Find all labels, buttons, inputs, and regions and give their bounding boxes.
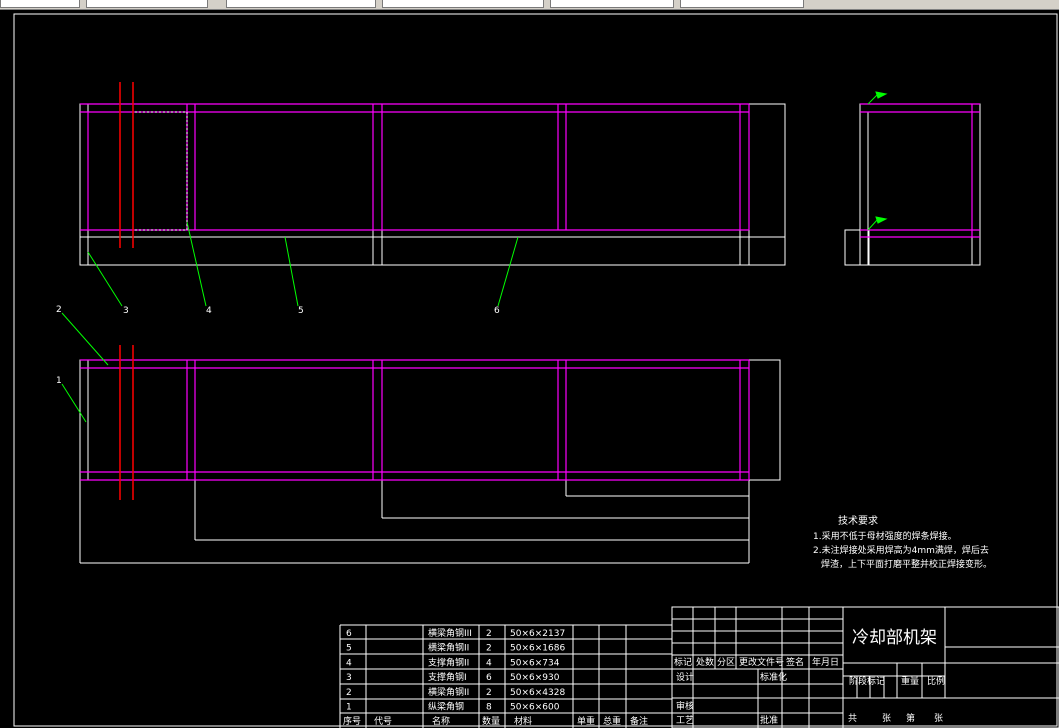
drawing-border bbox=[13, 13, 1058, 727]
stage-mark: 阶段标记 bbox=[849, 675, 885, 687]
balloon-3: 3 bbox=[123, 306, 129, 316]
bom-cell-no: 5 bbox=[346, 644, 352, 654]
bom-cell-name: 支撑角钢I bbox=[428, 671, 467, 683]
sheets-unit: 张 bbox=[882, 713, 891, 724]
bom-row: 4 支撑角钢II 4 50×6×734 bbox=[346, 656, 560, 668]
bom-cell-no: 2 bbox=[346, 688, 352, 698]
bill-of-materials: 6 横梁角钢III 2 50×6×2137 5 横梁角钢II 2 50×6×1686 4 支撑角钢… bbox=[339, 624, 672, 728]
linetype-dropdown[interactable] bbox=[382, 0, 544, 8]
row-approve: 批准 bbox=[760, 714, 778, 726]
row-process: 工艺 bbox=[676, 715, 694, 726]
plan-view bbox=[79, 345, 781, 564]
tech-req-line-3: 焊渣，上下平面打磨平整并校正焊接变形。 bbox=[821, 558, 992, 570]
bom-cell-name: 支撑角钢II bbox=[428, 656, 469, 668]
bom-header-unit-weight: 单重 bbox=[577, 715, 595, 727]
bom-cell-qty: 6 bbox=[486, 673, 492, 683]
bom-row: 6 横梁角钢III 2 50×6×2137 bbox=[346, 627, 565, 639]
tech-req-line-1: 1.采用不低于母材强度的焊条焊接。 bbox=[813, 530, 957, 542]
bom-cell-no: 1 bbox=[346, 703, 352, 713]
leaders bbox=[61, 221, 519, 423]
rev-header-count: 处数 bbox=[696, 656, 714, 668]
bom-cell-name: 横梁角钢III bbox=[428, 627, 472, 639]
color-dropdown[interactable] bbox=[226, 0, 376, 8]
weight-label: 重量 bbox=[901, 675, 919, 687]
bom-cell-name: 横梁角钢II bbox=[428, 642, 469, 654]
bom-row: 5 横梁角钢II 2 50×6×1686 bbox=[346, 642, 565, 654]
balloon-4: 4 bbox=[206, 306, 212, 316]
bom-cell-material: 50×6×734 bbox=[510, 658, 560, 668]
bom-header-code: 代号 bbox=[374, 716, 392, 727]
bom-row: 1 纵梁角钢 8 50×6×600 bbox=[346, 701, 560, 713]
scale-label: 比例 bbox=[927, 675, 945, 687]
bom-cell-material: 50×6×2137 bbox=[510, 629, 565, 639]
bom-cell-qty: 8 bbox=[486, 703, 492, 713]
bom-row: 3 支撑角钢I 6 50×6×930 bbox=[346, 671, 560, 683]
bom-header-remarks: 备注 bbox=[630, 715, 648, 727]
bom-header-qty: 数量 bbox=[482, 715, 500, 727]
rev-header-mark: 标记 bbox=[674, 656, 692, 668]
front-view bbox=[79, 82, 786, 266]
sheet-no-label: 第 bbox=[906, 712, 915, 724]
balloon-1: 1 bbox=[56, 376, 62, 386]
row-design: 设计 bbox=[676, 671, 694, 683]
bom-header-name: 名称 bbox=[432, 715, 450, 727]
balloon-6: 6 bbox=[494, 306, 500, 316]
bom-cell-material: 50×6×600 bbox=[510, 703, 560, 713]
bom-header-no: 序号 bbox=[343, 715, 361, 727]
sheet-unit: 张 bbox=[934, 713, 943, 724]
plotstyle-dropdown[interactable] bbox=[680, 0, 804, 8]
balloons: 3 4 5 6 2 1 bbox=[56, 305, 500, 386]
bom-cell-qty: 2 bbox=[486, 629, 492, 639]
technical-requirements: 技术要求 1.采用不低于母材强度的焊条焊接。 2.未注焊接处采用焊高为4mm满焊… bbox=[813, 514, 992, 570]
balloon-5: 5 bbox=[298, 306, 304, 316]
bom-cell-no: 4 bbox=[346, 658, 352, 668]
row-standard: 标准化 bbox=[760, 671, 787, 683]
bom-header-total-weight: 总重 bbox=[603, 715, 621, 727]
title-block: 冷却部机架 标记 处数 分区 更改文件号 签名 年月日 设计 标准化 阶段标记 … bbox=[671, 606, 1059, 728]
bom-cell-name: 横梁角钢II bbox=[428, 686, 469, 698]
rev-header-sign: 签名 bbox=[786, 656, 804, 668]
rev-header-zone: 分区 bbox=[717, 657, 735, 668]
bom-cell-material: 50×6×4328 bbox=[510, 688, 565, 698]
toolbar-field[interactable] bbox=[0, 0, 80, 8]
drawing-canvas[interactable]: 3 4 5 6 2 1 技术要求 1.采用不低于母材强度的焊条焊接。 2.未注焊… bbox=[0, 10, 1059, 728]
bom-row: 2 横梁角钢II 2 50×6×4328 bbox=[346, 686, 565, 698]
cad-toolbar bbox=[0, 0, 1059, 10]
rev-header-date: 年月日 bbox=[812, 656, 839, 668]
bom-cell-qty: 2 bbox=[486, 688, 492, 698]
row-review: 审核 bbox=[676, 700, 694, 712]
layer-dropdown[interactable] bbox=[86, 0, 208, 8]
side-view bbox=[844, 91, 981, 266]
bom-header-material: 材料 bbox=[514, 715, 532, 727]
bom-cell-material: 50×6×930 bbox=[510, 673, 560, 683]
lineweight-dropdown[interactable] bbox=[550, 0, 674, 8]
bom-cell-no: 6 bbox=[346, 629, 352, 639]
bom-cell-qty: 4 bbox=[486, 658, 492, 668]
bom-cell-material: 50×6×1686 bbox=[510, 644, 565, 654]
tech-req-heading: 技术要求 bbox=[838, 514, 878, 527]
tech-req-line-2: 2.未注焊接处采用焊高为4mm满焊，焊后去 bbox=[813, 544, 989, 556]
rev-header-doc: 更改文件号 bbox=[739, 656, 784, 668]
bom-cell-no: 3 bbox=[346, 673, 352, 683]
drawing-title: 冷却部机架 bbox=[852, 628, 937, 648]
bom-cell-qty: 2 bbox=[486, 644, 492, 654]
sheets-total-label: 共 bbox=[848, 713, 857, 724]
bom-cell-name: 纵梁角钢 bbox=[428, 701, 464, 713]
balloon-2: 2 bbox=[56, 305, 62, 315]
